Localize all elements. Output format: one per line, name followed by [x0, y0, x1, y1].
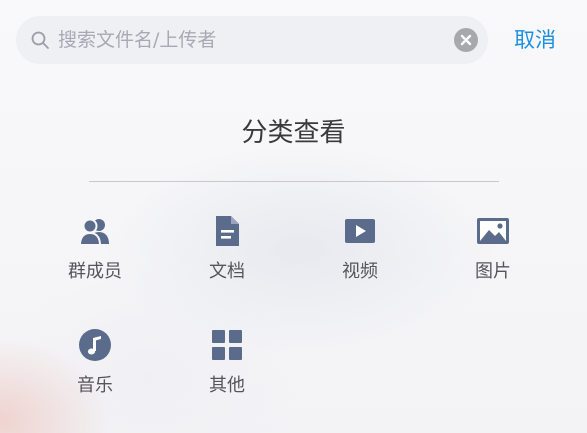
clear-search-button[interactable]	[454, 28, 478, 52]
search-input[interactable]	[58, 16, 438, 64]
category-group-members[interactable]: 群成员	[40, 214, 150, 304]
search-bar[interactable]	[16, 16, 488, 64]
category-other[interactable]: 其他	[172, 328, 282, 418]
divider	[89, 181, 499, 182]
close-icon	[460, 34, 472, 46]
category-label: 音乐	[77, 375, 113, 396]
category-label: 其他	[209, 375, 245, 396]
search-icon	[31, 31, 49, 49]
category-label: 图片	[475, 261, 511, 282]
category-label: 视频	[342, 261, 378, 282]
other-icon	[212, 330, 242, 360]
category-label: 文档	[209, 261, 245, 282]
cancel-button[interactable]: 取消	[514, 26, 556, 54]
category-documents[interactable]: 文档	[172, 214, 282, 304]
music-icon	[79, 329, 111, 361]
document-icon	[216, 216, 239, 246]
section-title: 分类查看	[241, 118, 346, 148]
category-images[interactable]: 图片	[438, 214, 548, 304]
category-label: 群成员	[68, 261, 122, 282]
category-music[interactable]: 音乐	[40, 328, 150, 418]
image-icon	[477, 218, 509, 244]
group-members-icon	[78, 218, 109, 246]
category-videos[interactable]: 视频	[305, 214, 415, 304]
video-icon	[345, 219, 375, 243]
